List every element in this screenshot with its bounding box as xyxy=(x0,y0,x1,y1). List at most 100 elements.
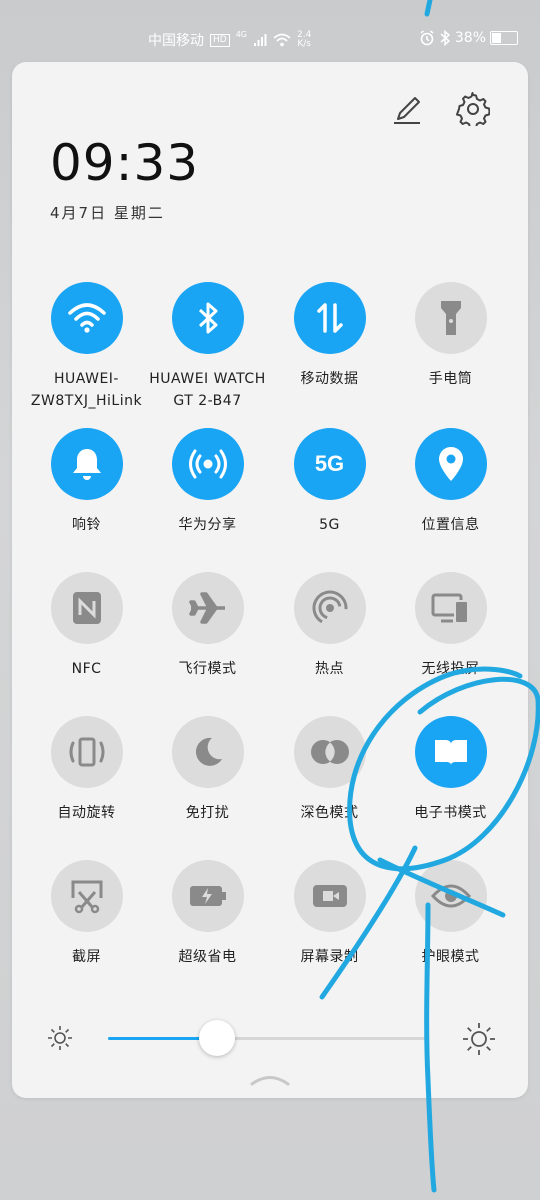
brightness-high-icon xyxy=(462,1022,496,1060)
toggle-tile[interactable]: 护眼模式 xyxy=(390,860,511,968)
toggle-label: 5G xyxy=(319,517,340,533)
toggle-button[interactable] xyxy=(171,572,244,644)
toggle-label: 自动旋转 xyxy=(57,805,116,821)
alarm-icon xyxy=(419,30,435,46)
toggle-label: 响铃 xyxy=(72,517,101,533)
toggle-button[interactable]: 5G xyxy=(293,428,366,500)
hotspot-icon xyxy=(310,590,350,626)
toggle-button[interactable] xyxy=(171,428,244,500)
toggle-tile[interactable]: 手电筒 xyxy=(390,282,511,390)
wifi-status-icon xyxy=(273,33,291,47)
toggle-label: 飞行模式 xyxy=(178,661,237,677)
hd-badge: HD xyxy=(210,33,230,47)
mobile-data-icon xyxy=(315,301,345,335)
edit-icon[interactable] xyxy=(390,92,424,126)
toggle-button[interactable] xyxy=(171,282,244,354)
settings-gear-icon[interactable] xyxy=(456,92,491,129)
eye-icon xyxy=(430,882,471,910)
screen-record-icon xyxy=(311,882,349,910)
auto-rotate-icon xyxy=(68,733,106,771)
moon-icon xyxy=(191,735,225,769)
airplane-icon xyxy=(188,591,227,625)
toggle-tile[interactable]: 热点 xyxy=(269,572,390,680)
brightness-thumb[interactable] xyxy=(198,1020,235,1056)
toggle-label: 移动数据 xyxy=(300,371,359,387)
toggle-tile[interactable]: 免打扰 xyxy=(147,716,268,824)
battery-percent: 38% xyxy=(454,30,486,46)
toggle-button[interactable] xyxy=(414,716,487,788)
toggle-button[interactable] xyxy=(414,282,487,354)
toggle-button[interactable] xyxy=(50,860,123,932)
toggle-tile[interactable]: 5G 5G xyxy=(269,428,390,536)
bell-icon xyxy=(70,446,104,482)
toggle-label: HUAWEI- ZW8TXJ_HiLink xyxy=(30,371,143,409)
clock-time: 09:33 xyxy=(50,134,200,192)
wifi-icon xyxy=(67,301,107,335)
toggle-tile[interactable]: 位置信息 xyxy=(390,428,511,536)
brightness-low-icon xyxy=(46,1024,74,1056)
toggle-button[interactable] xyxy=(171,716,244,788)
network-type: 4G xyxy=(235,29,247,39)
toggle-button[interactable] xyxy=(50,428,123,500)
toggle-button[interactable] xyxy=(50,572,123,644)
toggle-button[interactable] xyxy=(293,716,366,788)
quick-settings-panel: 09:33 4月7日 星期二 HUAWEI- ZW8TXJ_HiLink HUAW… xyxy=(12,62,528,1098)
toggle-label: 护眼模式 xyxy=(421,949,480,965)
toggle-tile[interactable]: 自动旋转 xyxy=(26,716,147,824)
bluetooth-icon xyxy=(196,300,220,336)
flashlight-icon xyxy=(439,299,463,337)
location-icon xyxy=(437,445,465,483)
toggle-label: 免打扰 xyxy=(185,805,230,821)
toggle-button[interactable] xyxy=(50,282,123,354)
toggle-tile[interactable]: 移动数据 xyxy=(269,282,390,390)
toggle-label: 位置信息 xyxy=(421,517,480,533)
toggle-tile[interactable]: 屏幕录制 xyxy=(269,860,390,968)
toggle-tile[interactable]: 华为分享 xyxy=(147,428,268,536)
toggle-tile[interactable]: 深色模式 xyxy=(269,716,390,824)
wireless-projection-icon xyxy=(431,591,471,625)
nfc-icon xyxy=(72,591,102,625)
toggle-button[interactable] xyxy=(414,428,487,500)
network-speed: 2.4 K/s xyxy=(297,30,312,49)
toggle-label: NFC xyxy=(71,661,102,677)
toggle-tile[interactable]: 无线投屏 xyxy=(390,572,511,680)
battery-saver-icon xyxy=(188,883,228,909)
toggle-label: 截屏 xyxy=(72,949,101,965)
screenshot-icon xyxy=(69,878,105,914)
toggle-tile[interactable]: HUAWEI- ZW8TXJ_HiLink xyxy=(26,282,147,412)
clock-date: 4月7日 星期二 xyxy=(50,204,165,222)
bluetooth-status-icon xyxy=(439,30,451,46)
toggle-label: 超级省电 xyxy=(178,949,237,965)
toggle-button[interactable] xyxy=(50,716,123,788)
carrier-name: 中国移动 xyxy=(148,33,204,49)
toggle-button[interactable] xyxy=(414,572,487,644)
panel-collapse-handle[interactable] xyxy=(250,1072,290,1091)
toggle-button[interactable] xyxy=(171,860,244,932)
battery-icon xyxy=(490,31,518,45)
toggle-button[interactable] xyxy=(293,572,366,644)
5g-icon: 5G xyxy=(314,451,345,476)
toggle-label: 华为分享 xyxy=(178,517,237,533)
toggle-tile[interactable]: NFC xyxy=(26,572,147,680)
toggle-button[interactable] xyxy=(293,282,366,354)
toggle-label: 手电筒 xyxy=(428,371,473,387)
toggle-label: 热点 xyxy=(315,661,344,677)
toggle-button[interactable] xyxy=(414,860,487,932)
toggle-tile[interactable]: 超级省电 xyxy=(147,860,268,968)
signal-icon xyxy=(253,33,267,47)
brightness-slider[interactable] xyxy=(12,1020,528,1060)
toggle-tile[interactable]: 电子书模式 xyxy=(390,716,511,824)
dark-mode-icon xyxy=(310,737,350,767)
toggle-label: 屏幕录制 xyxy=(300,949,359,965)
status-bar: 中国移动 HD 4G 2.4 K/s 38% xyxy=(0,0,540,52)
toggle-tile[interactable]: 截屏 xyxy=(26,860,147,968)
toggle-tile[interactable]: 飞行模式 xyxy=(147,572,268,680)
toggle-label: 深色模式 xyxy=(300,805,359,821)
toggle-button[interactable] xyxy=(293,860,366,932)
brightness-track[interactable] xyxy=(108,1037,428,1040)
huawei-share-icon xyxy=(188,447,228,481)
toggle-label: 无线投屏 xyxy=(421,661,480,677)
toggle-tile[interactable]: 响铃 xyxy=(26,428,147,536)
toggle-label: HUAWEI WATCH GT 2-B47 xyxy=(149,371,266,409)
toggle-tile[interactable]: HUAWEI WATCH GT 2-B47 xyxy=(147,282,268,412)
